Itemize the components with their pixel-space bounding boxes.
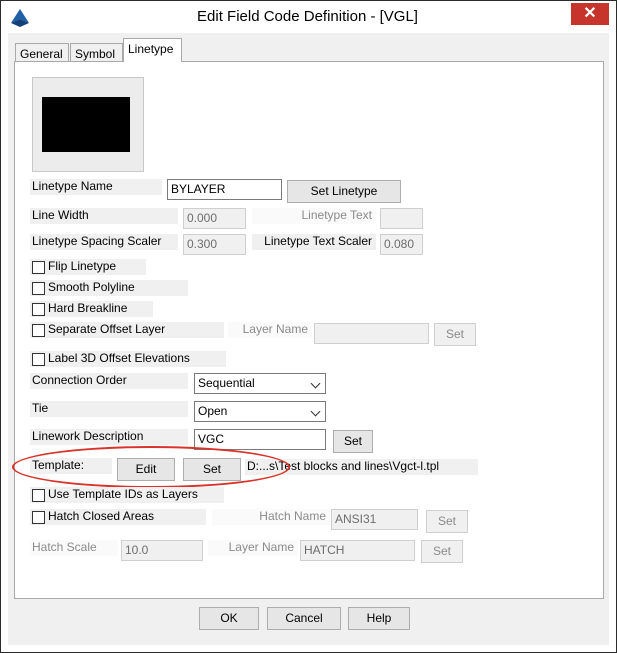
title-bar: Edit Field Code Definition - [VGL] ✕ xyxy=(1,1,614,32)
linetype-name-label: Linetype Name xyxy=(30,179,162,195)
offset-layer-name-label: Layer Name xyxy=(228,322,312,338)
chevron-down-icon xyxy=(310,406,321,417)
hatch-layer-set-button[interactable]: Set xyxy=(421,540,463,563)
linework-set-button[interactable]: Set xyxy=(333,430,373,453)
cancel-button[interactable]: Cancel xyxy=(267,607,341,630)
label-3d-checkbox-label[interactable]: Label 3D Offset Elevations xyxy=(30,351,226,367)
offset-layer-set-button[interactable]: Set xyxy=(434,323,476,346)
text-scaler-label: Linetype Text Scaler xyxy=(252,234,376,250)
hatch-closed-checkbox[interactable] xyxy=(32,511,45,524)
tie-dropdown[interactable]: Open xyxy=(194,401,326,422)
ok-button[interactable]: OK xyxy=(199,607,259,630)
label-3d-checkbox[interactable] xyxy=(32,353,45,366)
tab-join xyxy=(124,60,181,63)
hatch-name-set-button[interactable]: Set xyxy=(426,510,468,533)
hatch-scale-field[interactable]: 10.0 xyxy=(121,540,203,561)
line-width-label: Line Width xyxy=(30,208,178,224)
use-template-ids-checkbox[interactable] xyxy=(32,489,45,502)
text-scaler-field[interactable]: 0.080 xyxy=(380,234,423,255)
hard-breakline-checkbox-label[interactable]: Hard Breakline xyxy=(30,301,153,317)
offset-layer-name-field[interactable] xyxy=(314,323,429,344)
close-button[interactable]: ✕ xyxy=(571,3,609,25)
linetype-preview-swatch xyxy=(42,97,130,152)
linetype-text-label: Linetype Text xyxy=(252,208,376,224)
linetype-preview xyxy=(32,77,144,172)
tab-linetype[interactable]: Linetype xyxy=(123,38,182,62)
connection-order-value: Sequential xyxy=(198,376,255,390)
line-width-field[interactable]: 0.000 xyxy=(183,208,246,229)
tie-label: Tie xyxy=(30,401,188,417)
smooth-polyline-checkbox-label[interactable]: Smooth Polyline xyxy=(30,280,188,296)
smooth-polyline-checkbox[interactable] xyxy=(32,282,45,295)
linework-description-field[interactable]: VGC xyxy=(194,429,326,450)
spacing-scaler-field[interactable]: 0.300 xyxy=(183,234,246,255)
flip-linetype-checkbox-label[interactable]: Flip Linetype xyxy=(30,259,146,275)
flip-linetype-checkbox[interactable] xyxy=(32,261,45,274)
linetype-name-field[interactable]: BYLAYER xyxy=(167,179,282,200)
linework-description-label: Linework Description xyxy=(30,429,188,445)
highlight-oval xyxy=(12,446,290,488)
hard-breakline-checkbox[interactable] xyxy=(32,303,45,316)
set-linetype-button[interactable]: Set Linetype xyxy=(287,180,401,203)
connection-order-dropdown[interactable]: Sequential xyxy=(194,373,326,394)
hatch-layer-name-label: Layer Name xyxy=(208,540,298,556)
use-template-ids-checkbox-label[interactable]: Use Template IDs as Layers xyxy=(30,487,224,503)
window-title: Edit Field Code Definition - [VGL] xyxy=(197,8,418,25)
linetype-text-field[interactable] xyxy=(380,208,423,229)
help-button[interactable]: Help xyxy=(348,607,410,630)
hatch-layer-name-field[interactable]: HATCH xyxy=(300,540,415,561)
separate-offset-checkbox[interactable] xyxy=(32,324,45,337)
connection-order-label: Connection Order xyxy=(30,373,188,389)
hatch-name-label: Hatch Name xyxy=(212,509,330,525)
hatch-scale-label: Hatch Scale xyxy=(30,540,118,556)
hatch-name-field[interactable]: ANSI31 xyxy=(331,509,418,530)
chevron-down-icon xyxy=(310,378,321,389)
spacing-scaler-label: Linetype Spacing Scaler xyxy=(30,234,178,250)
hatch-closed-checkbox-label[interactable]: Hatch Closed Areas xyxy=(30,509,206,525)
separate-offset-checkbox-label[interactable]: Separate Offset Layer xyxy=(30,322,224,338)
tie-value: Open xyxy=(198,404,228,418)
